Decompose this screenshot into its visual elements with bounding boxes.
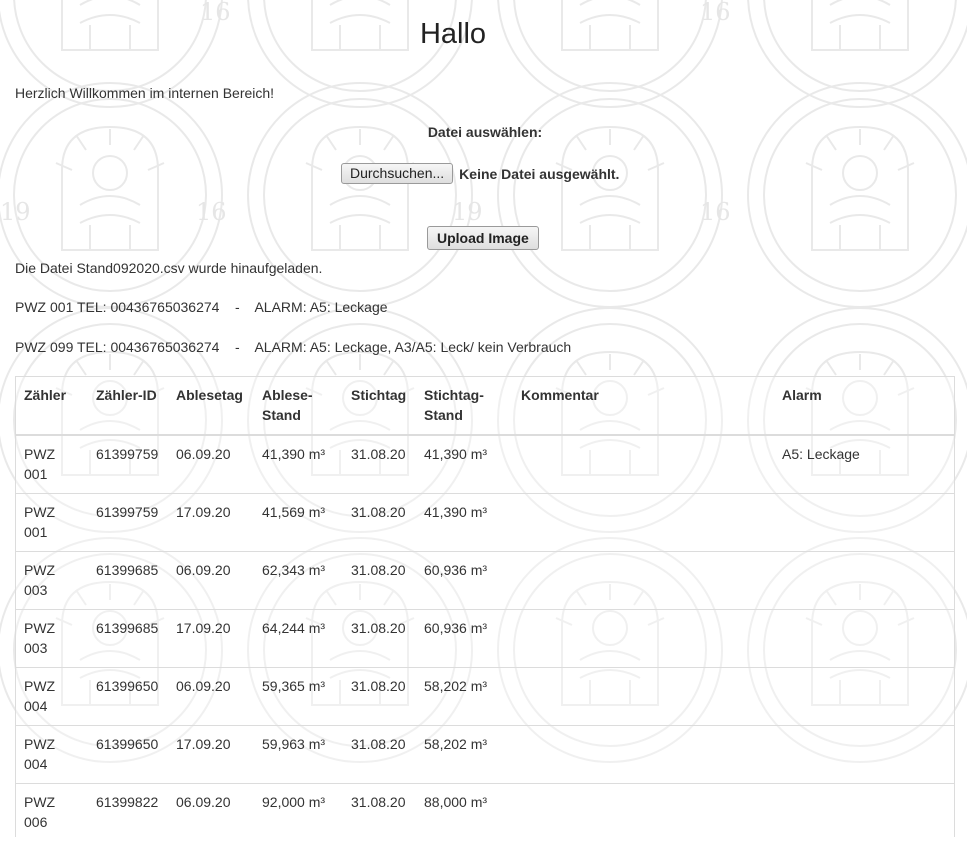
cell-ablese-stand: 59,365 m³	[254, 668, 343, 726]
cell-stichtag-stand: 58,202 m³	[416, 726, 513, 784]
cell-alarm	[774, 668, 954, 726]
cell-zaehler: PWZ 001	[16, 494, 88, 552]
cell-zaehler: PWZ 004	[16, 668, 88, 726]
cell-zaehler-id: 61399759	[88, 494, 168, 552]
cell-stichtag-stand: 58,202 m³	[416, 668, 513, 726]
cell-ablese-stand: 64,244 m³	[254, 610, 343, 668]
column-header-ablese-stand: Ablese-Stand	[254, 377, 343, 435]
cell-ablese-stand: 41,569 m³	[254, 494, 343, 552]
column-header-zaehler: Zähler	[16, 377, 88, 435]
cell-zaehler: PWZ 001	[16, 435, 88, 494]
file-select-label: Datei auswählen:	[0, 124, 967, 140]
cell-zaehler: PWZ 006	[16, 784, 88, 841]
cell-kommentar	[513, 435, 774, 494]
cell-stichtag-stand: 41,390 m³	[416, 494, 513, 552]
column-header-alarm: Alarm	[774, 377, 954, 435]
cell-kommentar	[513, 494, 774, 552]
alarm-line: PWZ 099 TEL: 00436765036274 - ALARM: A5:…	[15, 339, 571, 355]
column-header-stichtag: Stichtag	[343, 377, 416, 435]
alarm-line: PWZ 001 TEL: 00436765036274 - ALARM: A5:…	[15, 299, 388, 315]
upload-row: Upload Image	[427, 226, 539, 250]
cell-ablesetag: 06.09.20	[168, 668, 254, 726]
cell-alarm	[774, 784, 954, 841]
column-header-kommentar: Kommentar	[513, 377, 774, 435]
cell-alarm	[774, 552, 954, 610]
cell-zaehler-id: 61399685	[88, 610, 168, 668]
cell-zaehler: PWZ 003	[16, 552, 88, 610]
upload-success-message: Die Datei Stand092020.csv wurde hinaufge…	[15, 260, 322, 276]
cell-alarm: A5: Leckage	[774, 435, 954, 494]
browse-button[interactable]: Durchsuchen...	[341, 163, 453, 184]
cell-kommentar	[513, 668, 774, 726]
cell-ablesetag: 17.09.20	[168, 726, 254, 784]
cell-zaehler-id: 61399822	[88, 784, 168, 841]
cell-stichtag-stand: 41,390 m³	[416, 435, 513, 494]
cell-zaehler-id: 61399650	[88, 726, 168, 784]
cell-ablesetag: 17.09.20	[168, 494, 254, 552]
cell-ablesetag: 06.09.20	[168, 435, 254, 494]
cell-ablesetag: 06.09.20	[168, 552, 254, 610]
table-row: PWZ 003 61399685 17.09.20 64,244 m³ 31.0…	[16, 610, 954, 668]
table-row: PWZ 001 61399759 06.09.20 41,390 m³ 31.0…	[16, 435, 954, 494]
cell-alarm	[774, 726, 954, 784]
cell-kommentar	[513, 784, 774, 841]
cell-stichtag: 31.08.20	[343, 668, 416, 726]
cell-ablesetag: 17.09.20	[168, 610, 254, 668]
cell-ablese-stand: 59,963 m³	[254, 726, 343, 784]
no-file-selected-text: Keine Datei ausgewählt.	[459, 166, 619, 182]
svg-text:16: 16	[196, 198, 227, 226]
meter-readings-table: Zähler Zähler-ID Ablesetag Ablese-Stand …	[16, 377, 954, 841]
cell-stichtag: 31.08.20	[343, 494, 416, 552]
meter-readings-table-container: Zähler Zähler-ID Ablesetag Ablese-Stand …	[15, 376, 955, 837]
cell-ablese-stand: 41,390 m³	[254, 435, 343, 494]
cell-stichtag: 31.08.20	[343, 435, 416, 494]
svg-text:19: 19	[452, 198, 483, 226]
cell-zaehler-id: 61399685	[88, 552, 168, 610]
svg-text:19: 19	[0, 198, 31, 226]
cell-ablesetag: 06.09.20	[168, 784, 254, 841]
table-row: PWZ 003 61399685 06.09.20 62,343 m³ 31.0…	[16, 552, 954, 610]
svg-text:16: 16	[700, 198, 731, 226]
file-input-row: Durchsuchen... Keine Datei ausgewählt.	[341, 163, 619, 184]
cell-kommentar	[513, 726, 774, 784]
table-row: PWZ 004 61399650 17.09.20 59,963 m³ 31.0…	[16, 726, 954, 784]
column-header-ablesetag: Ablesetag	[168, 377, 254, 435]
cell-zaehler: PWZ 003	[16, 610, 88, 668]
cell-stichtag: 31.08.20	[343, 552, 416, 610]
cell-stichtag: 31.08.20	[343, 726, 416, 784]
cell-stichtag-stand: 60,936 m³	[416, 552, 513, 610]
cell-stichtag-stand: 60,936 m³	[416, 610, 513, 668]
upload-image-button[interactable]: Upload Image	[427, 226, 539, 250]
cell-kommentar	[513, 610, 774, 668]
page-title: Hallo	[0, 18, 906, 51]
cell-alarm	[774, 610, 954, 668]
cell-stichtag: 31.08.20	[343, 610, 416, 668]
cell-zaehler-id: 61399650	[88, 668, 168, 726]
cell-zaehler-id: 61399759	[88, 435, 168, 494]
cell-zaehler: PWZ 004	[16, 726, 88, 784]
cell-stichtag: 31.08.20	[343, 784, 416, 841]
cell-kommentar	[513, 552, 774, 610]
cell-alarm	[774, 494, 954, 552]
cell-stichtag-stand: 88,000 m³	[416, 784, 513, 841]
table-header-row: Zähler Zähler-ID Ablesetag Ablese-Stand …	[16, 377, 954, 435]
column-header-stichtag-stand: Stichtag-Stand	[416, 377, 513, 435]
welcome-text: Herzlich Willkommen im internen Bereich!	[15, 85, 274, 101]
table-row: PWZ 001 61399759 17.09.20 41,569 m³ 31.0…	[16, 494, 954, 552]
column-header-zaehler-id: Zähler-ID	[88, 377, 168, 435]
cell-ablese-stand: 92,000 m³	[254, 784, 343, 841]
table-row: PWZ 004 61399650 06.09.20 59,365 m³ 31.0…	[16, 668, 954, 726]
cell-ablese-stand: 62,343 m³	[254, 552, 343, 610]
table-row: PWZ 006 61399822 06.09.20 92,000 m³ 31.0…	[16, 784, 954, 841]
